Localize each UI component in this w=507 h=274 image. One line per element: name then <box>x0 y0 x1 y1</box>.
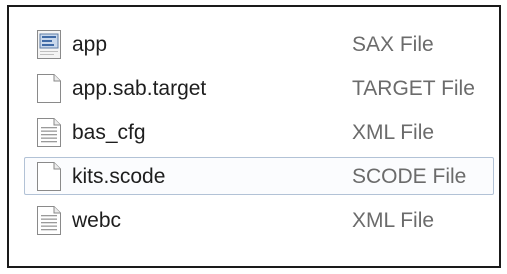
file-type: SCODE File <box>352 165 467 188</box>
file-row-webc[interactable]: webc XML File <box>24 201 494 239</box>
file-type: TARGET File <box>352 77 475 100</box>
xml-file-icon <box>36 205 62 236</box>
file-name: app <box>72 33 108 56</box>
file-type: XML File <box>352 121 435 144</box>
file-name: app.sab.target <box>72 77 207 100</box>
file-type: SAX File <box>352 33 434 56</box>
file-row-kits-scode[interactable]: kits.scode SCODE File <box>24 157 494 195</box>
file-name: webc <box>72 209 122 232</box>
file-name: bas_cfg <box>72 121 146 144</box>
sax-file-icon <box>36 29 62 60</box>
blank-file-icon <box>36 161 62 192</box>
file-name: kits.scode <box>72 165 166 188</box>
xml-file-icon <box>36 117 62 148</box>
file-row-bas-cfg[interactable]: bas_cfg XML File <box>24 113 494 151</box>
file-row-app-sab-target[interactable]: app.sab.target TARGET File <box>24 69 494 107</box>
file-type: XML File <box>352 209 435 232</box>
file-row-app[interactable]: app SAX File <box>24 25 494 63</box>
explorer-frame: app SAX File app.sab.target TARGET File <box>7 5 501 268</box>
blank-file-icon <box>36 73 62 104</box>
file-list: app SAX File app.sab.target TARGET File <box>9 7 499 266</box>
